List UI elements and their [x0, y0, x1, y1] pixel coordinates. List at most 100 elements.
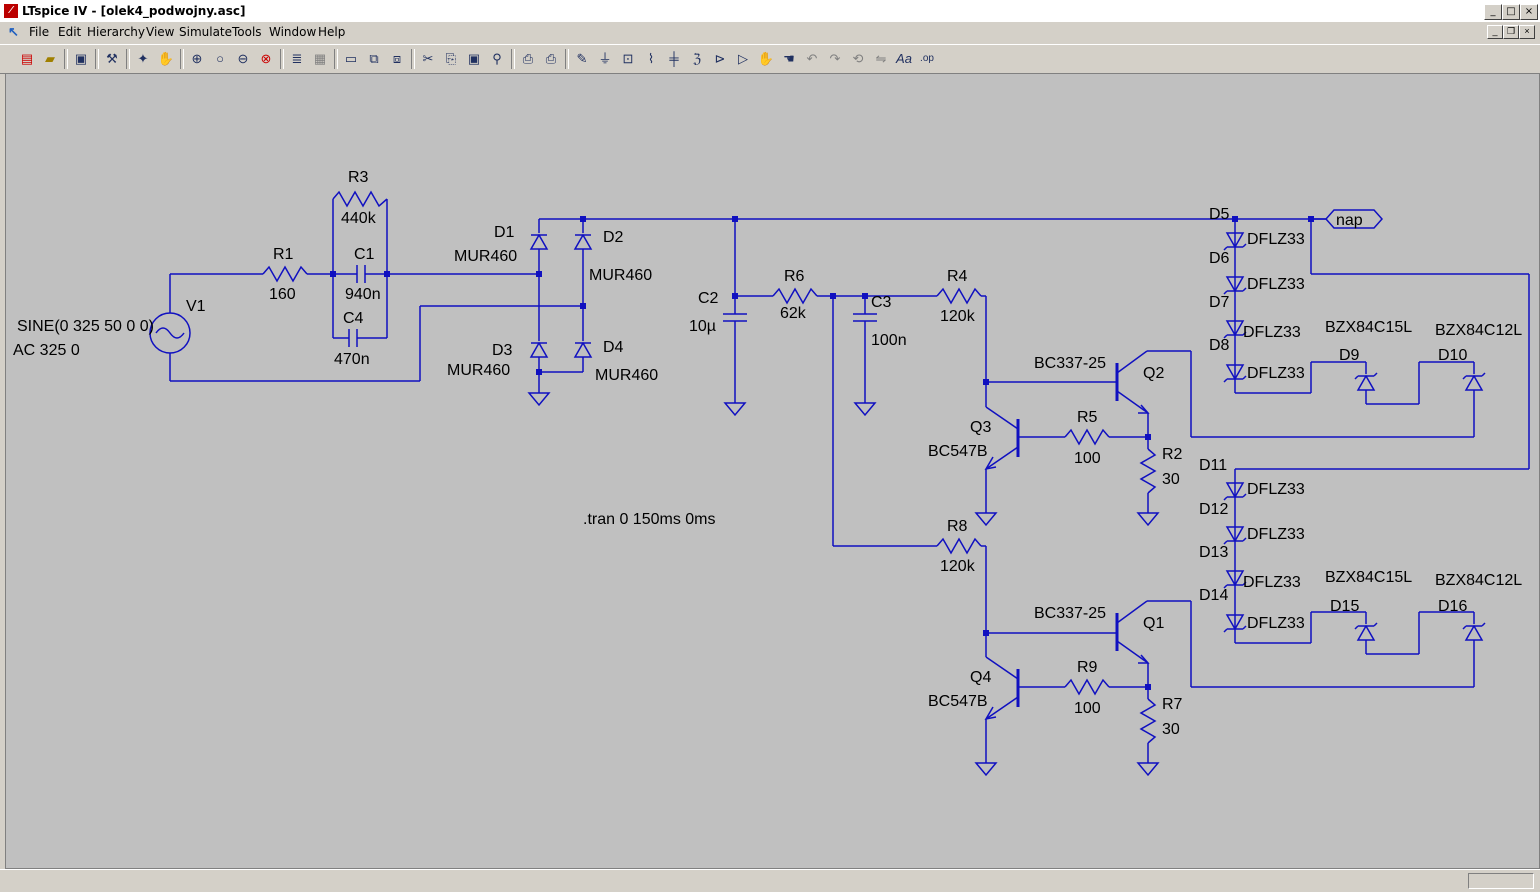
r5-symbol[interactable]: [1064, 428, 1110, 446]
menu-simulate[interactable]: Simulate: [179, 25, 232, 39]
print-icon[interactable]: ⎙: [541, 49, 561, 69]
q4-value: BC547B: [928, 693, 988, 710]
schematic-drawing[interactable]: V1 SINE(0 325 50 0 0) AC 325 0 R1 160 R3…: [6, 74, 1539, 868]
d10-value: BZX84C12L: [1435, 322, 1522, 339]
undo-icon[interactable]: ↶: [802, 49, 822, 69]
ltspice-logo-icon[interactable]: ⁄: [4, 4, 18, 18]
paste-icon[interactable]: ▣: [464, 49, 484, 69]
zoom-pan-icon[interactable]: ○: [210, 49, 230, 69]
zoom-out-icon[interactable]: ⊖: [233, 49, 253, 69]
menu-window[interactable]: Window: [269, 25, 316, 39]
minimize-icon[interactable]: _: [1484, 4, 1502, 20]
save-icon[interactable]: ▣: [71, 49, 91, 69]
mirror-icon[interactable]: ⇋: [871, 49, 891, 69]
ground-icon[interactable]: [1137, 512, 1159, 526]
r3-symbol[interactable]: [332, 190, 388, 208]
inductor-icon[interactable]: ℨ: [687, 49, 707, 69]
menu-edit[interactable]: Edit: [58, 25, 81, 39]
d10-zener-symbol[interactable]: [1462, 372, 1486, 391]
ground-icon[interactable]: [724, 402, 746, 416]
r1-label: R1: [273, 246, 294, 263]
c4-label: C4: [343, 310, 364, 327]
d15-value: BZX84C15L: [1325, 569, 1412, 586]
control-panel-icon[interactable]: ⚒: [102, 49, 122, 69]
r8-symbol[interactable]: [936, 537, 982, 555]
halt-icon[interactable]: ✋: [156, 49, 176, 69]
copy-icon[interactable]: ⎘: [441, 49, 461, 69]
d9-value: BZX84C15L: [1325, 319, 1412, 336]
maximize-icon[interactable]: □: [1502, 4, 1520, 20]
status-panel: [1468, 873, 1534, 889]
text-icon[interactable]: Aa: [894, 49, 914, 69]
draw-wire-icon[interactable]: ✎: [572, 49, 592, 69]
v1-value: SINE(0 325 50 0 0): [17, 318, 154, 335]
rotate-icon[interactable]: ⟲: [848, 49, 868, 69]
tile-vertical-icon[interactable]: ⧈: [387, 49, 407, 69]
d13-value: DFLZ33: [1243, 574, 1301, 591]
label-net-icon[interactable]: ⊡: [618, 49, 638, 69]
ground-icon[interactable]: [975, 762, 997, 776]
ground-icon[interactable]: [528, 392, 550, 406]
r6-value: 62k: [780, 305, 807, 322]
move-icon[interactable]: ✋: [756, 49, 776, 69]
ground-icon[interactable]: ⏚: [595, 49, 615, 69]
redo-icon[interactable]: ↷: [825, 49, 845, 69]
window-title: LTspice IV - [olek4_podwojny.asc]: [22, 4, 246, 18]
d3-symbol[interactable]: [529, 341, 549, 358]
q2-value: BC337-25: [1034, 355, 1106, 372]
zoom-fit-icon[interactable]: ⊗: [256, 49, 276, 69]
d4-symbol[interactable]: [573, 341, 593, 358]
drag-icon[interactable]: ☚: [779, 49, 799, 69]
ground-icon[interactable]: [1137, 762, 1159, 776]
menu-view[interactable]: View: [146, 25, 174, 39]
tile-horizontal-icon[interactable]: ▭: [341, 49, 361, 69]
d15-zener-symbol[interactable]: [1354, 622, 1378, 641]
r4-symbol[interactable]: [936, 287, 982, 305]
mdi-close-icon[interactable]: ×: [1519, 25, 1535, 39]
r9-label: R9: [1077, 659, 1098, 676]
ground-icon[interactable]: [854, 402, 876, 416]
menu-hierarchy[interactable]: Hierarchy: [87, 25, 145, 39]
zoom-in-icon[interactable]: ⊕: [187, 49, 207, 69]
run-icon[interactable]: ✦: [133, 49, 153, 69]
cascade-icon[interactable]: ⧉: [364, 49, 384, 69]
find-icon[interactable]: ⚲: [487, 49, 507, 69]
d9-label: D9: [1339, 347, 1360, 364]
r6-symbol[interactable]: [772, 287, 818, 305]
r2-symbol[interactable]: [1139, 448, 1157, 494]
menu-file[interactable]: File: [29, 25, 49, 39]
mdi-restore-icon[interactable]: ❐: [1503, 25, 1519, 39]
r7-symbol[interactable]: [1139, 698, 1157, 744]
spice-directive-icon[interactable]: .op: [917, 49, 937, 69]
waveform-icon[interactable]: ▦: [310, 49, 330, 69]
mdi-minimize-icon[interactable]: _: [1487, 25, 1503, 39]
component-icon[interactable]: ▷: [733, 49, 753, 69]
menu-tools[interactable]: Tools: [232, 25, 262, 39]
close-icon[interactable]: ×: [1520, 4, 1538, 20]
document-icon[interactable]: ↖: [8, 24, 19, 40]
q4-label: Q4: [970, 669, 991, 686]
cut-icon[interactable]: ✂: [418, 49, 438, 69]
print-preview-icon[interactable]: ⎙: [518, 49, 538, 69]
d9-zener-symbol[interactable]: [1354, 372, 1378, 391]
ground-icon[interactable]: [975, 512, 997, 526]
d2-symbol[interactable]: [573, 233, 593, 250]
new-schematic-icon[interactable]: ▤: [17, 49, 37, 69]
d6-label: D6: [1209, 250, 1230, 267]
d16-zener-symbol[interactable]: [1462, 622, 1486, 641]
resistor-icon[interactable]: ⌇: [641, 49, 661, 69]
capacitor-icon[interactable]: ╪: [664, 49, 684, 69]
autorange-icon[interactable]: ≣: [287, 49, 307, 69]
diode-icon[interactable]: ⊳: [710, 49, 730, 69]
menu-help[interactable]: Help: [318, 25, 345, 39]
d8-label: D8: [1209, 337, 1230, 354]
open-icon[interactable]: ▰: [40, 49, 60, 69]
d12-label: D12: [1199, 501, 1228, 518]
d4-value: MUR460: [595, 367, 658, 384]
schematic-canvas[interactable]: V1 SINE(0 325 50 0 0) AC 325 0 R1 160 R3…: [5, 73, 1540, 869]
c3-label: C3: [871, 294, 892, 311]
d16-label: D16: [1438, 598, 1467, 615]
r1-symbol[interactable]: [262, 265, 308, 283]
r9-symbol[interactable]: [1064, 678, 1110, 696]
d1-symbol[interactable]: [529, 233, 549, 250]
